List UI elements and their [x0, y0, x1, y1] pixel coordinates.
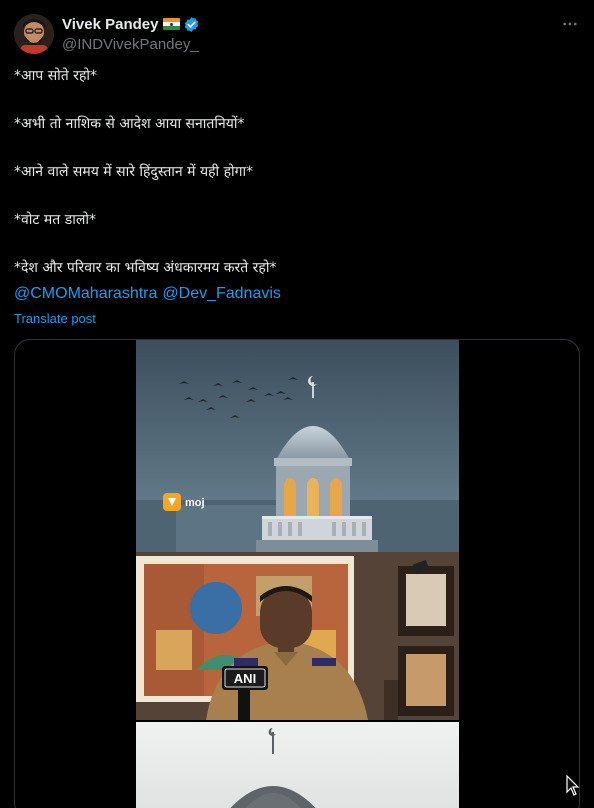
mention-link[interactable]: @Dev_Fadnavis — [162, 285, 281, 302]
author-display-name[interactable]: Vivek Pandey — [62, 16, 158, 33]
mouse-cursor-icon — [566, 774, 580, 797]
moj-watermark: moj — [185, 497, 205, 509]
more-options-icon[interactable] — [560, 14, 580, 34]
author-name-row: Vivek Pandey — [62, 15, 200, 33]
author-avatar[interactable] — [14, 14, 54, 54]
author-handle[interactable]: @INDVivekPandey_ — [62, 36, 199, 53]
mention-link[interactable]: @CMOMaharashtra — [14, 285, 157, 302]
post-text-line: *आप सोते रहो* — [14, 68, 98, 84]
post-media[interactable]: moj ANI — [14, 339, 580, 808]
post-text-line: *आने वाले समय में सारे हिंदुस्तान में यह… — [14, 164, 254, 180]
post-text-line: *देश और परिवार का भविष्य अंधकारमय करते र… — [14, 260, 277, 276]
post-header: Vivek Pandey @INDVivekPandey_ — [14, 12, 580, 56]
india-flag-icon — [163, 18, 181, 30]
video-player[interactable]: moj ANI — [136, 340, 459, 808]
ani-mic-logo: ANI — [234, 671, 256, 686]
verified-badge-icon — [183, 16, 200, 33]
post-text-line: *अभी तो नाशिक से आदेश आया सनातनियों* — [14, 116, 245, 132]
translate-post-link[interactable]: Translate post — [14, 311, 96, 326]
post-mentions: @CMOMaharashtra @Dev_Fadnavis — [14, 285, 286, 303]
post-text-line: *वोट मत डालो* — [14, 212, 96, 228]
